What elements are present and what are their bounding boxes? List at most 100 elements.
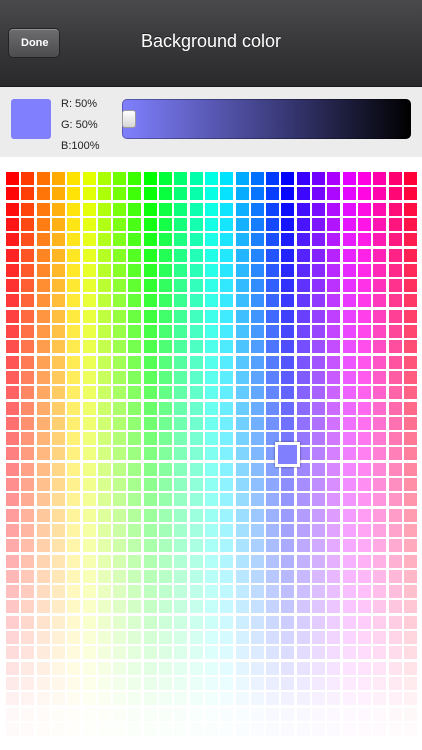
color-cell[interactable]	[235, 416, 249, 430]
color-cell[interactable]	[250, 386, 264, 400]
color-cell[interactable]	[51, 676, 65, 690]
color-cell[interactable]	[113, 661, 127, 675]
color-cell[interactable]	[204, 447, 218, 461]
color-cell[interactable]	[51, 416, 65, 430]
color-cell[interactable]	[357, 661, 371, 675]
color-cell[interactable]	[342, 325, 356, 338]
color-cell[interactable]	[327, 279, 341, 293]
color-cell[interactable]	[250, 355, 264, 369]
color-cell[interactable]	[327, 401, 341, 415]
color-cell[interactable]	[6, 462, 19, 476]
color-cell[interactable]	[266, 661, 280, 675]
color-cell[interactable]	[266, 340, 280, 354]
color-cell[interactable]	[159, 493, 172, 507]
color-cell[interactable]	[327, 600, 341, 614]
color-cell[interactable]	[296, 615, 310, 629]
color-cell[interactable]	[388, 416, 402, 430]
color-cell[interactable]	[21, 478, 35, 491]
color-cell[interactable]	[403, 646, 417, 660]
color-cell[interactable]	[220, 447, 234, 461]
color-cell[interactable]	[159, 217, 172, 231]
color-cell[interactable]	[281, 386, 295, 400]
color-cell[interactable]	[128, 370, 142, 384]
color-cell[interactable]	[312, 447, 325, 461]
color-cell[interactable]	[403, 508, 417, 522]
color-cell[interactable]	[82, 416, 96, 430]
color-cell[interactable]	[235, 217, 249, 231]
color-cell[interactable]	[296, 416, 310, 430]
color-cell[interactable]	[403, 692, 417, 706]
color-cell[interactable]	[174, 585, 188, 599]
color-cell[interactable]	[97, 676, 111, 690]
color-cell[interactable]	[235, 508, 249, 522]
color-cell[interactable]	[128, 646, 142, 660]
color-cell[interactable]	[388, 539, 402, 553]
color-cell[interactable]	[373, 248, 387, 262]
color-cell[interactable]	[82, 432, 96, 446]
color-cell[interactable]	[312, 432, 325, 446]
color-cell[interactable]	[174, 447, 188, 461]
color-cell[interactable]	[128, 585, 142, 599]
color-cell[interactable]	[189, 585, 203, 599]
color-cell[interactable]	[97, 539, 111, 553]
color-cell[interactable]	[143, 539, 157, 553]
color-cell[interactable]	[113, 569, 127, 583]
color-cell[interactable]	[357, 355, 371, 369]
color-cell[interactable]	[281, 615, 295, 629]
color-cell[interactable]	[357, 370, 371, 384]
color-cell[interactable]	[250, 569, 264, 583]
color-cell[interactable]	[51, 661, 65, 675]
color-cell[interactable]	[373, 707, 387, 721]
color-cell[interactable]	[128, 692, 142, 706]
color-cell[interactable]	[312, 493, 325, 507]
color-cell[interactable]	[82, 478, 96, 491]
color-cell[interactable]	[342, 615, 356, 629]
color-cell[interactable]	[204, 707, 218, 721]
color-cell[interactable]	[235, 370, 249, 384]
color-cell[interactable]	[174, 661, 188, 675]
color-cell[interactable]	[6, 370, 19, 384]
color-cell[interactable]	[266, 187, 280, 201]
color-cell[interactable]	[373, 478, 387, 491]
color-cell[interactable]	[36, 386, 50, 400]
color-cell[interactable]	[250, 646, 264, 660]
color-cell[interactable]	[189, 401, 203, 415]
color-cell[interactable]	[189, 569, 203, 583]
color-cell[interactable]	[97, 432, 111, 446]
color-cell[interactable]	[235, 600, 249, 614]
color-cell[interactable]	[281, 722, 295, 736]
color-cell[interactable]	[6, 676, 19, 690]
color-cell[interactable]	[296, 569, 310, 583]
color-cell[interactable]	[220, 248, 234, 262]
color-cell[interactable]	[113, 432, 127, 446]
color-cell[interactable]	[342, 416, 356, 430]
color-cell[interactable]	[342, 722, 356, 736]
color-cell[interactable]	[97, 707, 111, 721]
color-cell[interactable]	[36, 432, 50, 446]
color-cell[interactable]	[6, 600, 19, 614]
color-cell[interactable]	[296, 493, 310, 507]
color-cell[interactable]	[296, 263, 310, 277]
color-cell[interactable]	[220, 202, 234, 216]
color-cell[interactable]	[204, 600, 218, 614]
color-cell[interactable]	[388, 355, 402, 369]
color-cell[interactable]	[220, 585, 234, 599]
color-cell[interactable]	[327, 172, 341, 185]
color-cell[interactable]	[357, 233, 371, 247]
color-cell[interactable]	[357, 202, 371, 216]
color-cell[interactable]	[82, 646, 96, 660]
color-cell[interactable]	[6, 248, 19, 262]
color-cell[interactable]	[250, 554, 264, 568]
color-cell[interactable]	[296, 217, 310, 231]
color-cell[interactable]	[97, 279, 111, 293]
color-cell[interactable]	[67, 539, 81, 553]
color-cell[interactable]	[373, 692, 387, 706]
color-cell[interactable]	[113, 600, 127, 614]
color-cell[interactable]	[82, 355, 96, 369]
color-cell[interactable]	[97, 493, 111, 507]
color-cell[interactable]	[296, 676, 310, 690]
color-cell[interactable]	[82, 585, 96, 599]
color-cell[interactable]	[388, 172, 402, 185]
color-cell[interactable]	[204, 554, 218, 568]
color-cell[interactable]	[128, 600, 142, 614]
